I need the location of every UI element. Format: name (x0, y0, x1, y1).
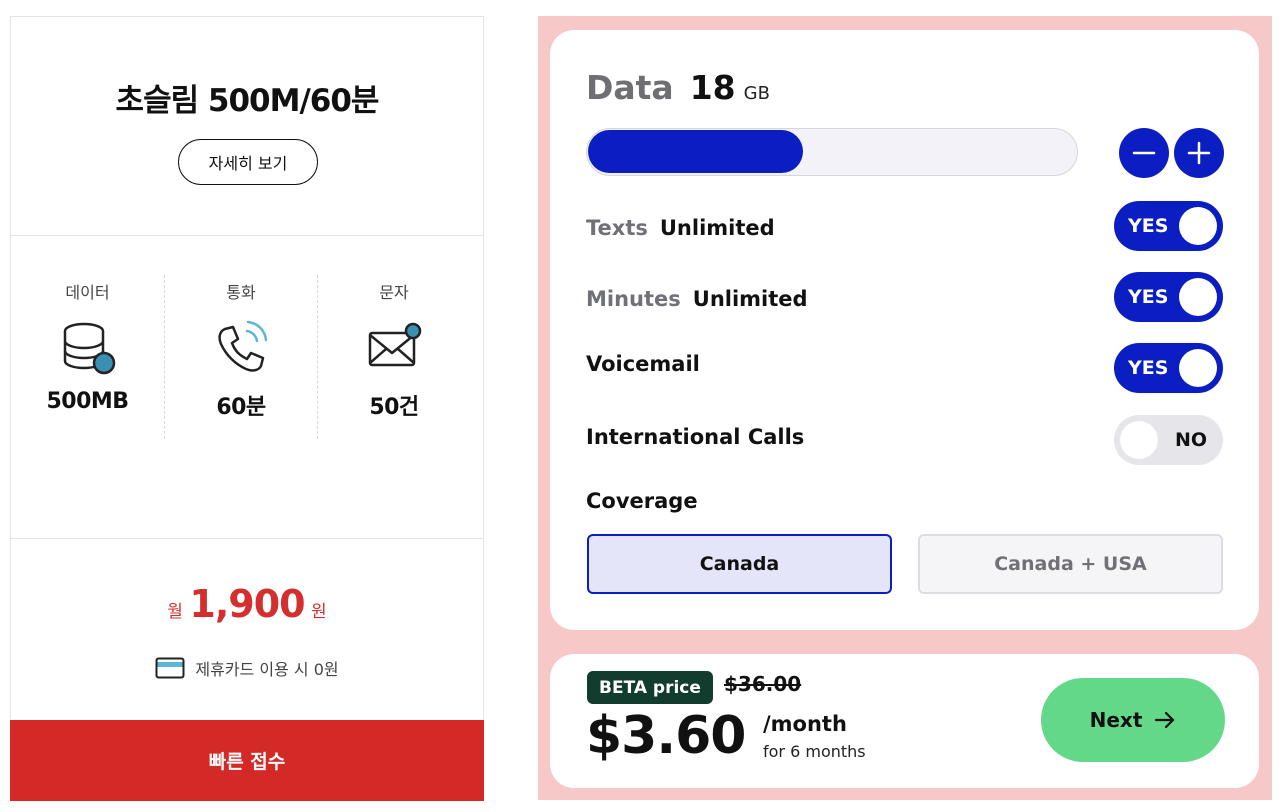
toggle-knob (1179, 278, 1217, 316)
option-minutes: Minutes Unlimited (586, 287, 808, 311)
quick-apply-button[interactable]: 빠른 접수 (10, 720, 484, 801)
feature-value: 50건 (369, 395, 419, 420)
price-period: /month (763, 712, 847, 736)
current-price: $3.60 (586, 706, 746, 766)
toggle-knob (1179, 207, 1217, 245)
envelope-icon (368, 322, 422, 367)
option-texts: Texts Unlimited (586, 216, 775, 240)
original-price: $36.00 (724, 672, 802, 696)
feature-data: 데이터 500MB (11, 275, 164, 439)
data-unit: GB (743, 83, 770, 104)
coverage-label: Coverage (586, 489, 698, 513)
option-international-calls: International Calls (586, 425, 804, 449)
plan-features: 데이터 500MB 통화 60분 문자 50건 (11, 237, 483, 539)
data-value: 18 (689, 68, 736, 107)
option-voicemail: Voicemail (586, 352, 700, 376)
minus-icon (1132, 151, 1156, 155)
texts-toggle[interactable]: YES (1114, 201, 1223, 251)
increase-data-button[interactable] (1174, 128, 1224, 178)
partner-card-note: 제휴카드 이용 시 0원 (11, 656, 483, 680)
plan-card: 초슬림 500M/60분 자세히 보기 데이터 500MB 통화 60분 문자 … (10, 16, 484, 801)
toggle-state: YES (1128, 286, 1169, 308)
data-slider[interactable] (586, 128, 1078, 176)
feature-sms: 문자 50건 (317, 275, 470, 439)
feature-label: 문자 (379, 283, 409, 302)
coverage-canada-button[interactable]: Canada (587, 534, 892, 594)
feature-label: 데이터 (65, 283, 110, 302)
plan-title: 초슬림 500M/60분 (115, 83, 380, 119)
minutes-toggle[interactable]: YES (1114, 272, 1223, 322)
monthly-price: 월 1,900 원 (11, 582, 483, 626)
database-icon (63, 322, 115, 375)
price-suffix: 원 (311, 602, 327, 622)
feature-call: 통화 60분 (164, 275, 317, 439)
option-label: International Calls (586, 425, 805, 449)
data-allowance: Data 18 GB (586, 68, 770, 107)
price-amount: 1,900 (189, 582, 305, 626)
toggle-state: YES (1128, 215, 1169, 237)
toggle-state: NO (1174, 429, 1207, 451)
phone-icon (218, 320, 268, 372)
data-label: Data (586, 68, 674, 107)
arrow-right-icon (1155, 711, 1175, 729)
feature-value: 500MB (46, 389, 129, 414)
price-duration: for 6 months (763, 742, 866, 761)
international-calls-toggle[interactable]: NO (1114, 415, 1223, 465)
plan-builder-panel: Data 18 GB Texts Unlimited YES Minutes U… (538, 16, 1272, 800)
view-details-button[interactable]: 자세히 보기 (178, 139, 318, 185)
data-slider-fill (588, 130, 803, 173)
option-value: Unlimited (659, 216, 775, 240)
feature-label: 통화 (226, 283, 256, 302)
next-button-label: Next (1089, 708, 1143, 732)
coverage-heading: Coverage (586, 489, 698, 513)
credit-card-icon (155, 657, 185, 679)
plan-price-area: 월 1,900 원 제휴카드 이용 시 0원 (11, 540, 483, 720)
option-label: Texts (586, 216, 648, 240)
plan-header: 초슬림 500M/60분 자세히 보기 (11, 17, 483, 236)
option-label: Minutes (586, 287, 681, 311)
beta-price-badge: BETA price (587, 671, 713, 704)
option-value: Unlimited (692, 287, 808, 311)
feature-value: 60분 (216, 395, 266, 420)
option-label: Voicemail (586, 352, 700, 376)
toggle-state: YES (1128, 357, 1169, 379)
card-note-text: 제휴카드 이용 시 0원 (195, 660, 339, 679)
decrease-data-button[interactable] (1119, 128, 1169, 178)
coverage-canada-usa-button[interactable]: Canada + USA (918, 534, 1223, 594)
price-prefix: 월 (167, 602, 183, 622)
toggle-knob (1120, 421, 1158, 459)
toggle-knob (1179, 349, 1217, 387)
config-card: Data 18 GB Texts Unlimited YES Minutes U… (550, 30, 1259, 630)
next-button[interactable]: Next (1041, 678, 1225, 762)
plus-icon (1187, 141, 1211, 165)
price-summary-card: BETA price $36.00 $3.60 /month for 6 mon… (550, 654, 1259, 788)
voicemail-toggle[interactable]: YES (1114, 343, 1223, 393)
